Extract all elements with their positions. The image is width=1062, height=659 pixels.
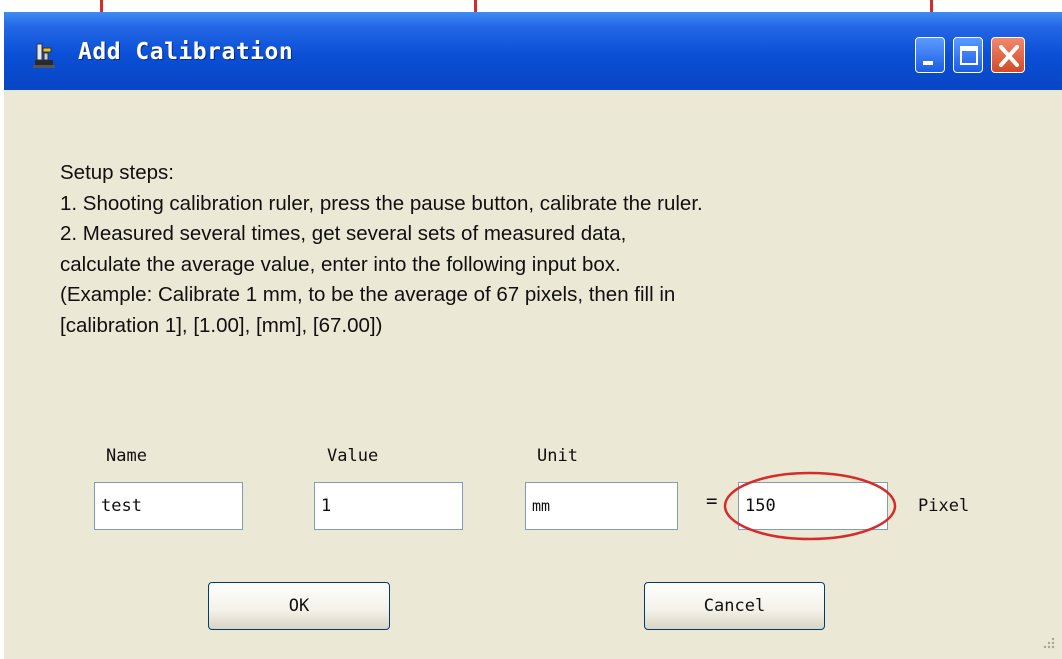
title-bar[interactable]: Add Calibration xyxy=(4,12,1062,90)
name-input[interactable] xyxy=(94,482,243,530)
pixel-input[interactable] xyxy=(738,482,888,530)
instruction-line: [calibration 1], [1.00], [mm], [67.00]) xyxy=(60,313,383,337)
ok-button[interactable]: OK xyxy=(208,582,390,630)
background-strip xyxy=(0,0,1062,12)
maximize-button[interactable] xyxy=(953,37,983,73)
setup-instructions: Setup steps: 1. Shooting calibration rul… xyxy=(60,158,1050,341)
unit-label: Unit xyxy=(537,446,578,466)
app-icon xyxy=(29,40,59,70)
instruction-line: calculate the average value, enter into … xyxy=(60,252,621,276)
value-label: Value xyxy=(327,446,379,466)
resize-grip-icon[interactable] xyxy=(1042,636,1056,655)
dialog-title: Add Calibration xyxy=(78,39,294,65)
add-calibration-dialog: Add Calibration Setup steps: 1. Shooting… xyxy=(4,12,1062,659)
value-input[interactable] xyxy=(314,482,463,530)
minimize-button[interactable] xyxy=(915,37,945,73)
instruction-line: (Example: Calibrate 1 mm, to be the aver… xyxy=(60,283,676,306)
instruction-line: 2. Measured several times, get several s… xyxy=(60,222,627,245)
equals-sign: = xyxy=(706,490,718,512)
close-button[interactable] xyxy=(991,37,1025,73)
name-label: Name xyxy=(106,446,147,466)
background-mark xyxy=(930,0,933,12)
background-mark xyxy=(100,0,103,12)
instruction-line: 1. Shooting calibration ruler, press the… xyxy=(60,191,703,215)
pixel-label: Pixel xyxy=(918,496,970,516)
unit-input[interactable] xyxy=(525,482,678,530)
cancel-button[interactable]: Cancel xyxy=(644,582,825,630)
background-mark xyxy=(474,0,477,12)
instructions-heading: Setup steps: xyxy=(60,161,174,184)
